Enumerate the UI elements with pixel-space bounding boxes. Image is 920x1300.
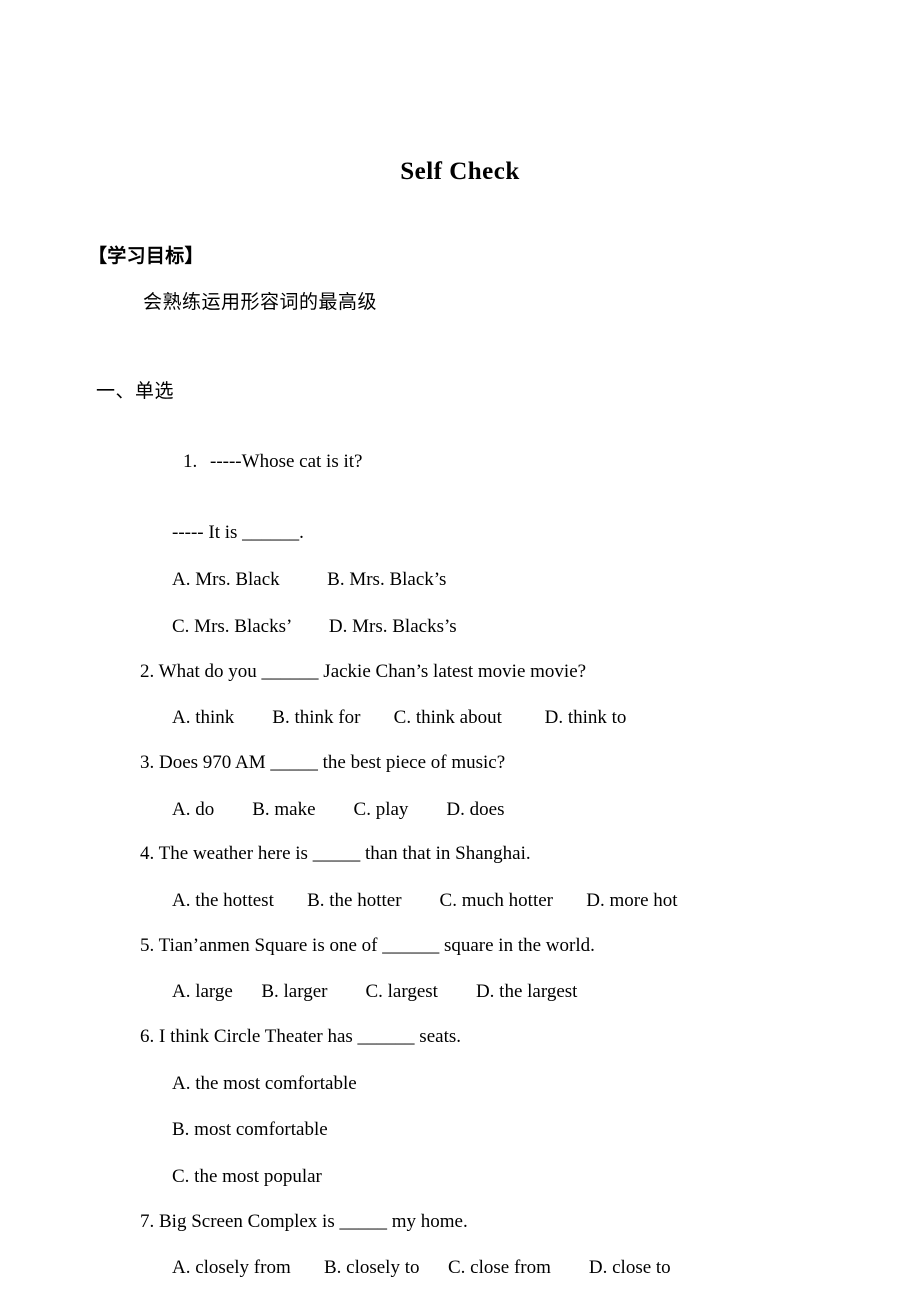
question-options-stacked: A. the most comfortable B. most comforta… — [172, 1072, 920, 1190]
question-options-row: A. think B. think for C. think about D. … — [172, 707, 627, 729]
question-stem: 7. Big Screen Complex is _____ my home. — [140, 1210, 468, 1232]
question-option: C. the most popular — [172, 1166, 322, 1188]
question-options-row: A. large B. larger C. largest D. the lar… — [172, 981, 578, 1003]
learning-goals-section: 【学习目标】 会熟练运用形容词的最高级 — [0, 244, 920, 316]
question-options-row: A. Mrs. Black B. Mrs. Black’s — [172, 569, 447, 591]
learning-goals-text: 会熟练运用形容词的最高级 — [143, 292, 378, 314]
question-sub-line: ----- It is ______. — [172, 522, 304, 544]
question-item: 7. Big Screen Complex is _____ my home. … — [0, 1210, 920, 1281]
question-stem: 3. Does 970 AM _____ the best piece of m… — [140, 751, 506, 773]
question-item: 4. The weather here is _____ than that i… — [0, 842, 920, 913]
question-number: 1. — [183, 451, 198, 473]
section-heading-multiple-choice: 一、单选 — [96, 380, 175, 402]
question-stem: 4. The weather here is _____ than that i… — [140, 843, 531, 865]
question-stem: 2. What do you ______ Jackie Chan’s late… — [140, 660, 587, 682]
question-text: -----Whose cat is it? — [210, 451, 363, 473]
question-stem: 6. I think Circle Theater has ______ sea… — [140, 1026, 461, 1048]
question-item: 5. Tian’anmen Square is one of ______ sq… — [0, 934, 920, 1005]
document-page: Self Check 【学习目标】 会熟练运用形容词的最高级 一、单选 1. --… — [0, 0, 920, 1300]
question-list: 1. -----Whose cat is it? ----- It is ____… — [0, 425, 920, 1281]
question-option: B. most comfortable — [172, 1119, 328, 1141]
question-stem: 1. -----Whose cat is it? — [145, 425, 920, 499]
page-title: Self Check — [400, 158, 520, 185]
question-options-row: C. Mrs. Blacks’ D. Mrs. Blacks’s — [172, 615, 457, 637]
learning-goals-heading: 【学习目标】 — [88, 245, 204, 267]
question-stem: 5. Tian’anmen Square is one of ______ sq… — [140, 934, 595, 956]
question-options-row: A. do B. make C. play D. does — [172, 798, 505, 820]
question-item: 1. -----Whose cat is it? ----- It is ____… — [0, 425, 920, 639]
question-item: 6. I think Circle Theater has ______ sea… — [0, 1025, 920, 1190]
question-item: 2. What do you ______ Jackie Chan’s late… — [0, 660, 920, 731]
question-item: 3. Does 970 AM _____ the best piece of m… — [0, 751, 920, 822]
question-options-row: A. closely from B. closely to C. close f… — [172, 1257, 671, 1279]
question-options-row: A. the hottest B. the hotter C. much hot… — [172, 889, 678, 911]
question-option: A. the most comfortable — [172, 1072, 357, 1094]
